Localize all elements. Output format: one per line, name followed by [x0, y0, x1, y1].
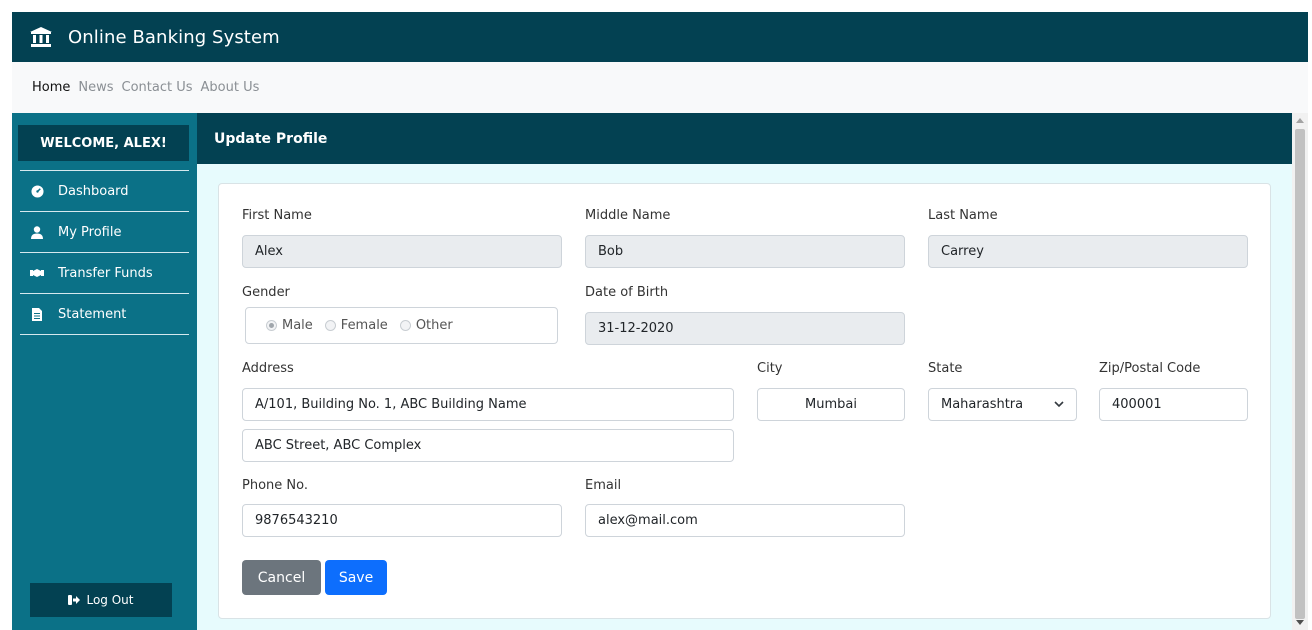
- sign-out-icon: [68, 595, 81, 605]
- radio-empty-icon: [399, 320, 411, 331]
- gender-label: Gender: [242, 285, 290, 300]
- chevron-down-icon: [1054, 397, 1064, 412]
- phone-label: Phone No.: [242, 478, 308, 493]
- cancel-button[interactable]: Cancel: [242, 560, 321, 595]
- sidebar-item-my-profile[interactable]: My Profile: [20, 212, 189, 253]
- last-name-label: Last Name: [928, 208, 998, 223]
- state-select[interactable]: Maharashtra: [928, 388, 1077, 421]
- sidebar-item-label: Dashboard: [58, 183, 129, 199]
- middle-name-label: Middle Name: [585, 208, 671, 223]
- sidebar-item-dashboard[interactable]: Dashboard: [20, 171, 189, 212]
- scroll-up-icon[interactable]: [1296, 118, 1304, 123]
- dob-field[interactable]: 31-12-2020: [585, 312, 905, 345]
- sidebar: WELCOME, ALEX! Dashboard My Profile Tran…: [12, 113, 197, 630]
- gender-other-radio[interactable]: Other: [399, 318, 453, 333]
- gauge-icon: [30, 184, 44, 198]
- vertical-scrollbar[interactable]: [1292, 113, 1308, 630]
- top-banner: Online Banking System: [12, 12, 1308, 62]
- top-nav: Home News Contact Us About Us: [12, 62, 1308, 113]
- email-field[interactable]: alex@mail.com: [585, 504, 905, 537]
- welcome-banner: WELCOME, ALEX!: [18, 125, 189, 161]
- gender-male-radio[interactable]: Male: [266, 318, 313, 333]
- first-name-label: First Name: [242, 208, 312, 223]
- nav-home[interactable]: Home: [32, 80, 70, 95]
- sidebar-item-statement[interactable]: Statement: [20, 294, 189, 335]
- dob-label: Date of Birth: [585, 285, 669, 300]
- radio-empty-icon: [324, 320, 336, 331]
- gender-female-radio[interactable]: Female: [324, 318, 388, 333]
- address-label: Address: [242, 361, 294, 376]
- radio-label: Female: [340, 318, 388, 333]
- page-title: Update Profile: [197, 113, 1292, 164]
- app-title: Online Banking System: [68, 26, 280, 48]
- city-label: City: [757, 361, 783, 376]
- document-icon: [30, 307, 44, 321]
- state-label: State: [928, 361, 963, 376]
- user-icon: [30, 225, 44, 239]
- first-name-field[interactable]: Alex: [242, 235, 562, 268]
- email-label: Email: [585, 478, 622, 493]
- scroll-down-icon[interactable]: [1296, 620, 1304, 625]
- address-line2-field[interactable]: ABC Street, ABC Complex: [242, 429, 734, 462]
- zip-label: Zip/Postal Code: [1099, 361, 1201, 376]
- nav-about-us[interactable]: About Us: [201, 80, 260, 95]
- save-button[interactable]: Save: [325, 560, 387, 595]
- radio-label: Male: [282, 318, 313, 333]
- nav-news[interactable]: News: [78, 80, 113, 95]
- sidebar-item-label: Statement: [58, 306, 127, 322]
- zip-field[interactable]: 400001: [1099, 388, 1248, 421]
- city-field[interactable]: Mumbai: [757, 388, 905, 421]
- sidebar-item-label: My Profile: [58, 224, 122, 240]
- bank-building-icon: [26, 24, 56, 50]
- address-line1-field[interactable]: A/101, Building No. 1, ABC Building Name: [242, 388, 734, 421]
- app-window: Online Banking System Home News Contact …: [0, 0, 1312, 630]
- radio-label: Other: [415, 318, 453, 333]
- main-content: First Name Alex Middle Name Bob Last Nam…: [197, 164, 1292, 630]
- profile-form-card: First Name Alex Middle Name Bob Last Nam…: [218, 183, 1271, 619]
- sidebar-item-label: Transfer Funds: [58, 265, 153, 281]
- radio-selected-icon: [266, 320, 277, 331]
- phone-field[interactable]: 9876543210: [242, 504, 562, 537]
- gender-radio-group: Male Female Other: [245, 307, 558, 344]
- logout-button[interactable]: Log Out: [30, 583, 172, 617]
- middle-name-field[interactable]: Bob: [585, 235, 905, 268]
- scroll-thumb[interactable]: [1295, 129, 1305, 619]
- sidebar-menu: Dashboard My Profile Transfer Funds Stat…: [20, 170, 189, 335]
- nav-contact-us[interactable]: Contact Us: [122, 80, 193, 95]
- state-selected-value: Maharashtra: [941, 397, 1024, 412]
- handshake-icon: [30, 266, 44, 280]
- logout-label: Log Out: [86, 593, 134, 607]
- sidebar-item-transfer-funds[interactable]: Transfer Funds: [20, 253, 189, 294]
- last-name-field[interactable]: Carrey: [928, 235, 1248, 268]
